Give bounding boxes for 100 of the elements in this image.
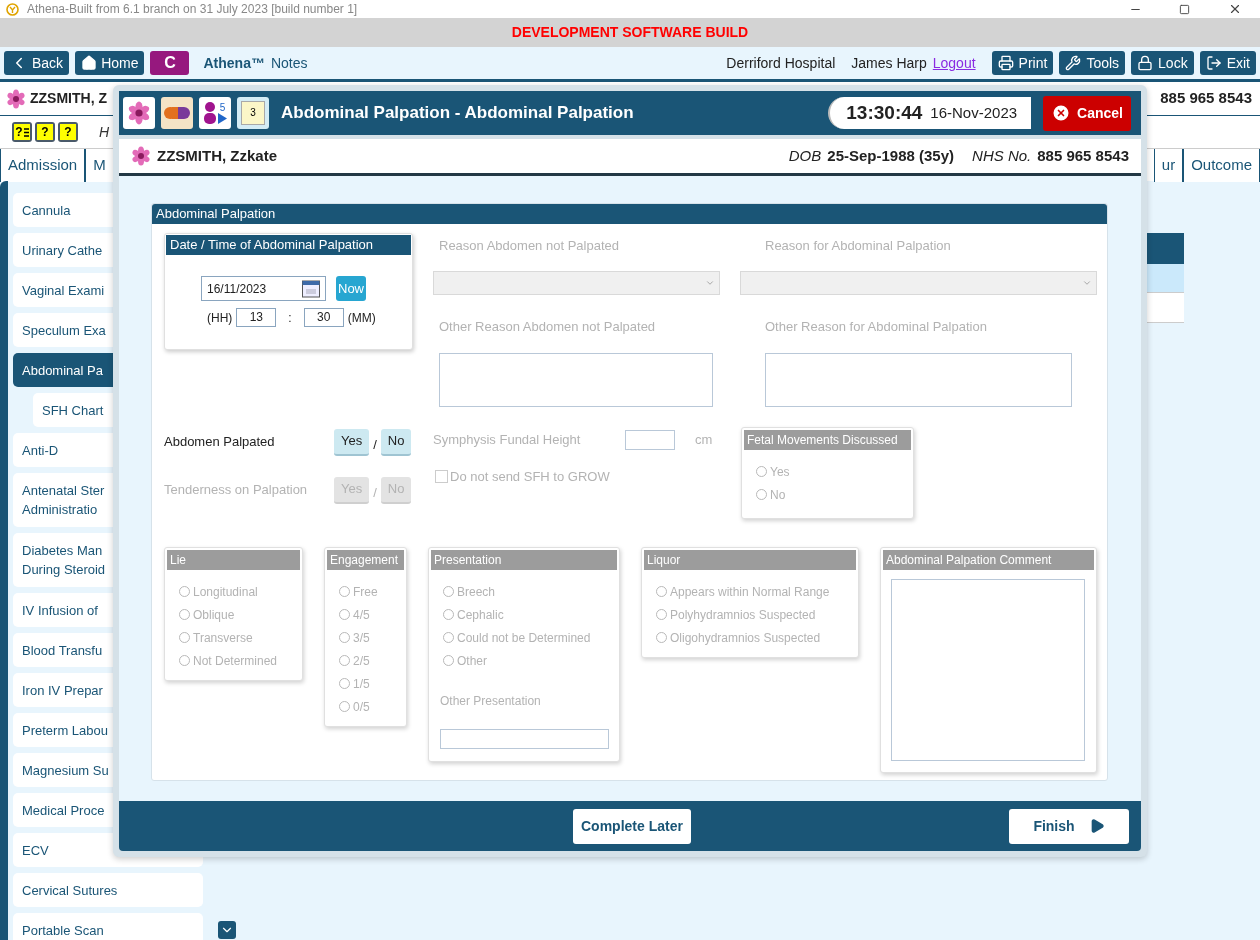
group-title: Abdominal Palpation Comment	[883, 550, 1094, 570]
field-label: Reason Abdomen not Palpated	[438, 237, 620, 255]
nhs-number: 885 965 8543	[1160, 88, 1252, 109]
tab[interactable]: ur	[1153, 149, 1184, 182]
toolbar-button[interactable]: Tools	[1059, 51, 1126, 75]
toggle-button[interactable]: No	[380, 428, 412, 456]
radio-label: 1/5	[353, 675, 370, 693]
radio-label: 4/5	[353, 606, 370, 624]
field-label: Reason for Abdominal Palpation	[764, 237, 952, 255]
lock-icon	[1137, 55, 1154, 71]
clock-time: 13:30:44	[846, 100, 923, 125]
toolbar-button[interactable]: Exit	[1199, 51, 1256, 75]
radio-label: 2/5	[353, 652, 370, 670]
field-label: Other Presentation	[440, 693, 542, 710]
slash-separator: /	[373, 484, 377, 503]
close-icon	[1051, 103, 1072, 123]
dialog-title: Abdominal Palpation - Abdominal Palpation	[281, 102, 634, 125]
radio-label: Free	[353, 583, 378, 601]
patient-name: ZZSMITH, Z	[30, 89, 107, 108]
flower-button[interactable]	[123, 97, 155, 129]
chevron-down-icon	[705, 278, 715, 288]
alert-text: H	[99, 122, 110, 142]
play-icon	[218, 112, 227, 124]
radio-label: No	[770, 486, 786, 504]
chevron-down-icon	[1082, 278, 1092, 288]
close-icon[interactable]	[1228, 2, 1242, 16]
location-text: Derriford Hospital	[726, 53, 836, 73]
wrench-icon	[1065, 55, 1082, 71]
hours-label: (HH)	[207, 309, 233, 327]
radio-label: Yes	[770, 463, 790, 481]
notes-count: 3	[250, 108, 256, 118]
minutes-label: (MM)	[347, 309, 376, 327]
radio-label: Polyhydramnios Suspected	[670, 606, 816, 624]
time-separator: :	[288, 309, 292, 327]
toolbar-button[interactable]: Lock	[1131, 51, 1194, 75]
field-label: Other Reason Abdomen not Palpated	[438, 318, 657, 336]
comment-field[interactable]	[891, 579, 1085, 761]
panel-title: Abdominal Palpation	[152, 204, 1107, 224]
toolbar-button[interactable]: C	[150, 51, 190, 75]
alert-icon[interactable]: ?	[58, 122, 78, 142]
contacts-button[interactable]: 5	[199, 97, 231, 129]
dob-value: 25-Sep-1988 (35y)	[827, 145, 955, 166]
checkbox-label: Do not send SFH to GROW	[450, 468, 610, 486]
person-icon	[203, 101, 217, 125]
group-title: Lie	[167, 550, 300, 570]
text-area[interactable]	[765, 353, 1072, 407]
notes-button[interactable]: 3	[237, 97, 269, 129]
text-field[interactable]	[440, 729, 609, 749]
radio-label: Cephalic	[457, 606, 504, 624]
flower-icon	[127, 101, 151, 125]
dob-label: DOB	[788, 145, 822, 166]
pill-icon	[164, 107, 190, 119]
toolbar-button[interactable]: Print	[991, 51, 1054, 75]
sidebar-item[interactable]: Portable Scan	[13, 913, 203, 940]
complete-later-button[interactable]: Complete Later	[573, 808, 691, 844]
group-title: Liquor	[644, 550, 856, 570]
radio-label: Could not be Determined	[457, 629, 591, 647]
exit-icon	[1205, 55, 1222, 71]
tab[interactable]: Admission	[0, 149, 86, 182]
field-label: Other Reason for Abdominal Palpation	[764, 318, 988, 336]
hours-field[interactable]: 13	[236, 308, 277, 327]
clock-date: 16-Nov-2023	[930, 102, 1018, 123]
user-name: James Harp	[851, 53, 927, 73]
nhs-label: NHS No.	[972, 145, 1032, 166]
sidebar-item[interactable]: Cervical Sutures	[13, 873, 203, 907]
alert-icon[interactable]: ?	[35, 122, 55, 142]
scroll-down-button[interactable]	[218, 921, 236, 939]
group-title: Engagement	[327, 550, 404, 570]
flower-icon	[131, 146, 151, 166]
toggle-button[interactable]: Yes	[334, 428, 370, 456]
finish-button[interactable]: Finish	[1009, 808, 1129, 844]
window-title: Athena-Built from 6.1 branch on 31 July 2023 [build number 1]	[27, 1, 358, 18]
medication-button[interactable]	[161, 97, 193, 129]
toolbar-button[interactable]: Home	[75, 51, 145, 75]
field-label: Symphysis Fundal Height	[433, 431, 582, 450]
radio-label: Appears within Normal Range	[670, 583, 830, 601]
toolbar-button[interactable]: Back	[4, 51, 70, 75]
text-area[interactable]	[439, 353, 713, 407]
date-field[interactable]: 16/11/2023	[201, 276, 326, 301]
alert-icon[interactable]: ?	[12, 122, 32, 142]
app-name: Athena™	[203, 53, 265, 73]
tab[interactable]: M	[85, 149, 114, 182]
logout-link[interactable]: Logout	[932, 52, 976, 74]
cancel-button[interactable]: Cancel	[1043, 95, 1131, 131]
height-field[interactable]	[625, 430, 675, 450]
calendar-icon	[302, 279, 320, 298]
date-value: 16/11/2023	[207, 280, 267, 298]
radio-label: Oligohydramnios Suspected	[670, 629, 821, 647]
app-icon	[6, 2, 19, 16]
home-icon	[81, 55, 98, 71]
minutes-field[interactable]: 30	[303, 308, 344, 327]
contacts-count: 5	[219, 102, 226, 113]
flower-icon	[6, 88, 26, 109]
banner-text: DEVELOPMENT SOFTWARE BUILD	[511, 23, 749, 42]
group-title: Fetal Movements Discussed	[744, 430, 911, 450]
unit-label: cm	[695, 431, 713, 450]
maximize-icon[interactable]	[1179, 3, 1190, 15]
card-title: Date / Time of Abdominal Palpation	[166, 235, 411, 255]
tab[interactable]: Outcome	[1183, 149, 1260, 182]
radio-label: Other	[457, 652, 487, 670]
